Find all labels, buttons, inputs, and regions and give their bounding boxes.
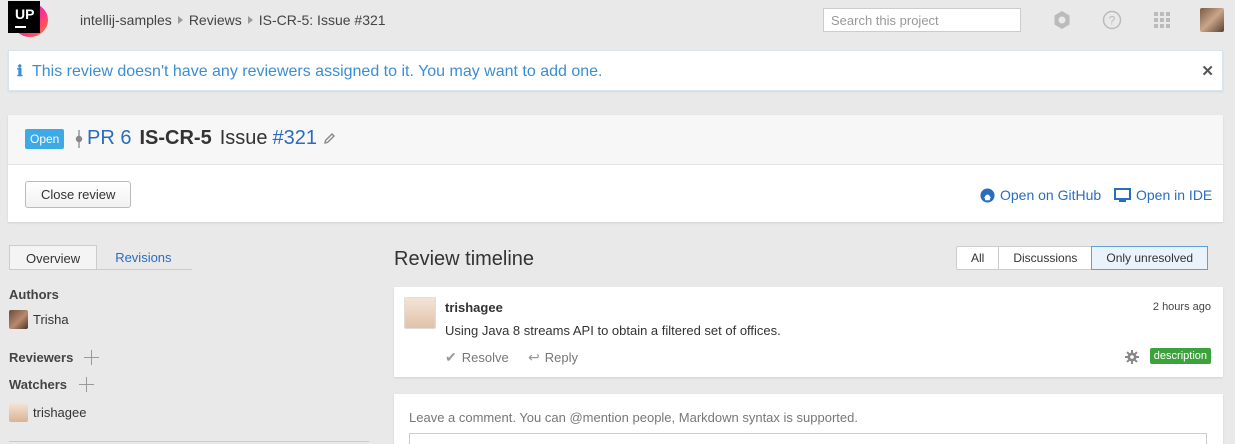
open-on-github-label: Open on GitHub (1000, 187, 1102, 203)
author-entry[interactable]: Trisha (9, 310, 69, 329)
apps-grid-icon[interactable] (1152, 10, 1172, 30)
breadcrumb-current: IS-CR-5: Issue #321 (258, 12, 386, 28)
breadcrumb-reviews[interactable]: Reviews (189, 12, 242, 28)
open-on-github-link[interactable]: Open on GitHub (980, 187, 1101, 203)
github-icon (980, 187, 995, 203)
review-title-bar: Open PR 6 IS-CR-5 Issue #321 (8, 115, 1223, 165)
search-input[interactable] (823, 8, 1021, 32)
watcher-name: trishagee (33, 405, 87, 420)
timeline-comment: trishagee 2 hours ago Using Java 8 strea… (394, 287, 1223, 377)
review-title: PR 6 IS-CR-5 Issue #321 (74, 127, 336, 150)
issue-label: Issue (219, 127, 268, 149)
watcher-avatar (9, 403, 28, 422)
close-icon[interactable]: ✕ (1201, 62, 1214, 80)
add-reviewer-icon[interactable] (84, 350, 99, 365)
sidebar-divider (9, 441, 369, 442)
new-comment-box: Leave a comment. You can @mention people… (394, 394, 1223, 444)
authors-label: Authors (9, 287, 59, 302)
tab-overview[interactable]: Overview (9, 245, 98, 270)
open-in-ide-link[interactable]: Open in IDE (1114, 187, 1212, 203)
tab-revisions[interactable]: Revisions (99, 245, 188, 270)
timeline-title: Review timeline (394, 248, 535, 270)
upsource-logo[interactable]: UP (8, 1, 52, 41)
logo-square: UP (8, 1, 40, 33)
author-name: Trisha (33, 312, 69, 327)
settings-icon[interactable] (1052, 10, 1072, 30)
breadcrumb: intellij-samples Reviews IS-CR-5: Issue … (80, 12, 386, 28)
breadcrumb-project[interactable]: intellij-samples (80, 12, 172, 28)
user-avatar[interactable] (1200, 8, 1224, 32)
reviewers-label: Reviewers (9, 350, 74, 365)
new-comment-hint: Leave a comment. You can @mention people… (409, 410, 858, 425)
reply-button[interactable]: ↩ Reply (528, 349, 578, 366)
breadcrumb-separator-icon (247, 16, 253, 24)
timeline-filter-group: All Discussions Only unresolved (956, 246, 1209, 270)
gear-icon[interactable] (1125, 350, 1139, 364)
svg-text:?: ? (1109, 14, 1116, 28)
author-avatar (9, 310, 28, 329)
watcher-entry[interactable]: trishagee (9, 403, 86, 422)
branch-icon (75, 129, 83, 148)
issue-number-link[interactable]: #321 (273, 127, 318, 150)
open-in-ide-label: Open in IDE (1136, 187, 1213, 203)
comment-textarea[interactable] (409, 433, 1207, 444)
pull-request-link[interactable]: PR 6 (87, 127, 131, 150)
comment-text: Using Java 8 streams API to obtain a fil… (445, 323, 781, 338)
review-code: IS-CR-5 (139, 127, 212, 149)
help-icon[interactable]: ? (1102, 10, 1122, 30)
top-bar: UP intellij-samples Reviews IS-CR-5: Iss… (0, 0, 1235, 44)
filter-all[interactable]: All (957, 247, 1000, 269)
comment-author[interactable]: trishagee (445, 300, 503, 315)
resolve-label: Resolve (461, 350, 509, 365)
edit-pencil-icon[interactable] (323, 132, 336, 145)
alert-message: This review doesn't have any reviewers a… (32, 63, 603, 80)
no-reviewers-alert: ℹ This review doesn't have any reviewers… (8, 50, 1223, 91)
checkmark-icon: ✔ (445, 349, 457, 365)
commenter-avatar (404, 297, 436, 329)
status-badge: Open (25, 129, 65, 149)
tab-divider (9, 269, 192, 270)
sidebar-tabs: Overview Revisions (9, 245, 188, 270)
comment-timestamp: 2 hours ago (1152, 301, 1211, 313)
logo-underline (15, 26, 26, 28)
reply-label: Reply (544, 350, 578, 365)
breadcrumb-separator-icon (177, 16, 183, 24)
review-header-card: Open PR 6 IS-CR-5 Issue #321 Close revie… (8, 115, 1223, 222)
filter-discussions[interactable]: Discussions (999, 247, 1093, 269)
logo-text: UP (15, 6, 35, 22)
resolve-button[interactable]: ✔ Resolve (445, 349, 509, 366)
watchers-label: Watchers (9, 377, 68, 392)
description-badge: description (1149, 348, 1211, 364)
reply-arrow-icon: ↩ (528, 349, 540, 365)
monitor-icon (1114, 187, 1131, 202)
info-icon: ℹ (17, 62, 23, 80)
filter-only-unresolved[interactable]: Only unresolved (1091, 246, 1209, 270)
close-review-button[interactable]: Close review (25, 181, 132, 208)
add-watcher-icon[interactable] (79, 377, 94, 392)
